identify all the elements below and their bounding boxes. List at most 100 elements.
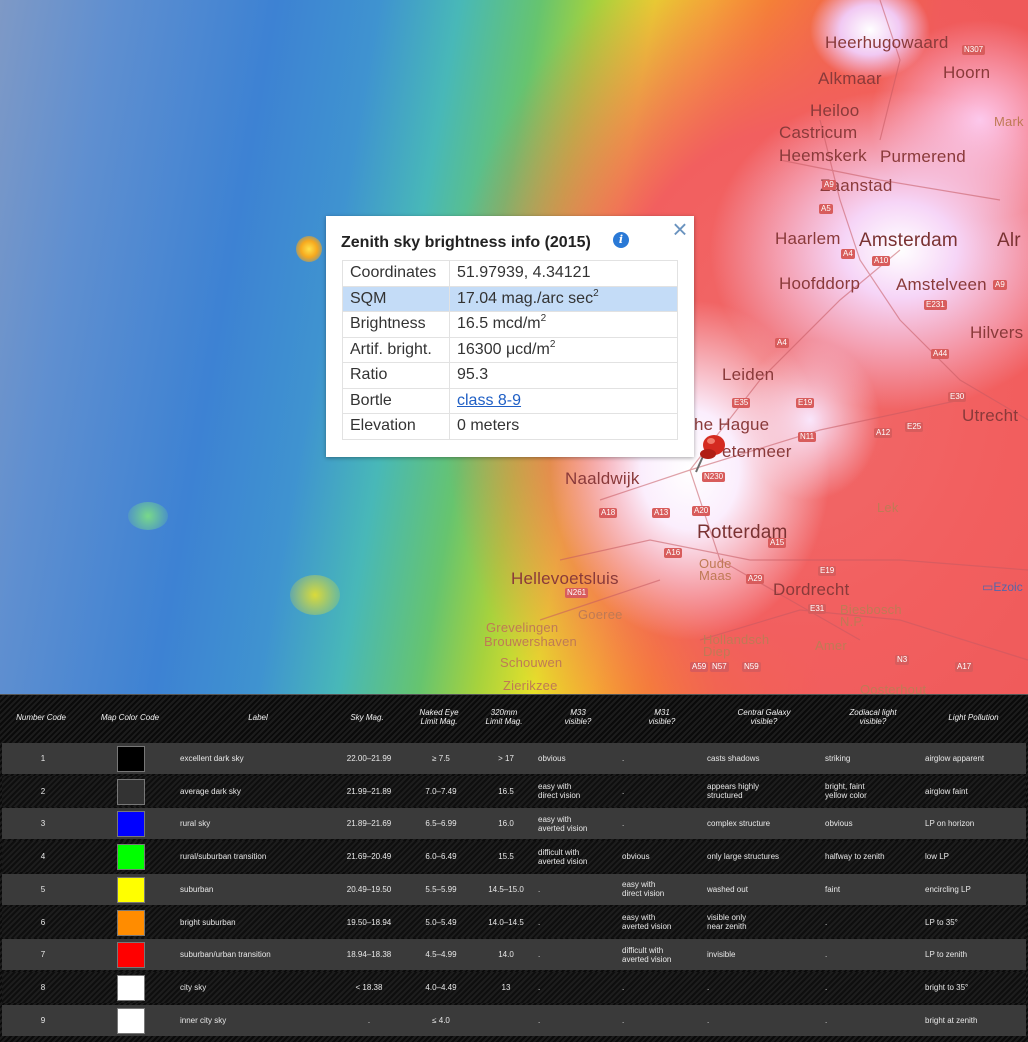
road-shield: N57 (710, 662, 729, 672)
legend-cell-num: 1 (40, 754, 46, 763)
map-color-swatch (117, 909, 145, 936)
road-shield: N59 (742, 662, 761, 672)
legend-cell-galaxy: . (707, 1015, 710, 1025)
legend-cell-lp: low LP (925, 852, 950, 862)
legend-cell-label: rural/suburban transition (180, 852, 267, 862)
road-shield: E19 (818, 566, 837, 576)
legend-cell-sky: 21.99–21.89 (346, 786, 392, 796)
town-label-amsterdam: Amsterdam (859, 230, 958, 251)
location-pin-icon[interactable] (694, 430, 728, 474)
legend-cell-lp: LP on horizon (925, 819, 975, 829)
legend-cell-m33: . (538, 884, 541, 894)
legend-cell-zodiacal: halfway to zenith (825, 852, 885, 862)
town-label-utrecht: Utrecht (962, 406, 1019, 425)
town-label-hollandschdiep: Hollandsch Diep (703, 632, 770, 659)
road-shield: A16 (664, 548, 683, 558)
town-label-heemskerk: Heemskerk (779, 146, 867, 165)
legend-cell-lp: encircling LP (925, 884, 971, 894)
town-label-leiden: Leiden (722, 365, 775, 384)
legend-row: 1 excellent dark sky 22.00–21.99 ≥ 7.5 > 17 o… (2, 743, 1026, 774)
map-color-swatch (117, 974, 145, 1001)
info-row: SQM 17.04 mag./arc sec2 (342, 285, 678, 312)
legend-cell-galaxy: complex structure (707, 819, 771, 829)
legend-cell-mm: 16.0 (498, 819, 514, 829)
info-key: Artif. bright. (342, 336, 450, 363)
town-label-hellevoetsluis: Hellevoetsluis (511, 569, 619, 588)
superscript: 2 (593, 287, 599, 299)
legend-cell-sky: 18.94–18.38 (346, 950, 392, 960)
sky-brightness-popup: Zenith sky brightness info (2015) i × Co… (326, 216, 694, 457)
legend-cell-m31: obvious (622, 852, 650, 862)
light-pollution-map[interactable]: Heerhugowaard Alkmaar Hoorn Heiloo Castricum… (0, 0, 1028, 694)
legend-cell-m31: . (622, 754, 625, 763)
info-value: 16.5 mcd/m2 (449, 311, 678, 338)
broken-image-alt: Ezoic (993, 580, 1023, 594)
legend-header-cell: Label (248, 712, 268, 722)
info-value: 0 meters (449, 413, 678, 440)
legend-cell-label: rural sky (180, 819, 211, 829)
legend-header-cell: Map Color Code (100, 712, 160, 722)
town-label-almere: Alr (997, 230, 1021, 251)
road-shield: A44 (931, 349, 950, 359)
legend-cell-naked: 6.5–6.99 (425, 819, 457, 829)
legend-cell-naked: 4.0–4.49 (425, 982, 457, 992)
bortle-legend-table: Number Code Map Color Code Label Sky Mag. Na… (0, 694, 1028, 1042)
legend-cell-lp: LP to zenith (925, 950, 968, 960)
legend-cell-num: 8 (40, 982, 46, 992)
info-row: Bortle class 8-9 (342, 387, 678, 414)
legend-cell-label: inner city sky (180, 1015, 227, 1025)
legend-cell-sky: < 18.38 (355, 982, 383, 992)
legend-cell-galaxy: visible only near zenith (707, 913, 747, 931)
town-label-marken: Mark (994, 114, 1024, 129)
road-shield: E30 (948, 392, 967, 402)
legend-cell-naked: 5.0–5.49 (425, 917, 457, 927)
info-value: 95.3 (449, 362, 678, 389)
town-label-dordrecht: Dordrecht (773, 580, 850, 599)
road-shield: A9 (993, 280, 1007, 290)
road-shield: A15 (768, 538, 787, 548)
legend-cell-sky: 21.89–21.69 (346, 819, 392, 829)
info-row: Coordinates 51.97939, 4.34121 (342, 260, 678, 287)
info-value: 17.04 mag./arc sec2 (449, 285, 678, 312)
road-shield: E231 (924, 300, 947, 310)
legend-cell-zodiacal: . (825, 917, 828, 927)
legend-cell-sky: 19.50–18.94 (346, 917, 392, 927)
legend-cell-m33: easy with direct vision (538, 782, 581, 801)
town-label-schouwen: Schouwen (500, 655, 563, 670)
road-shield: A18 (599, 508, 618, 518)
legend-cell-m31: . (622, 1015, 625, 1025)
legend-cell-label: average dark sky (180, 786, 241, 796)
legend-row: 6 bright suburban 19.50–18.94 5.0–5.49 14.0–… (2, 906, 1026, 938)
legend-cell-mm: > 17 (498, 754, 514, 763)
road-shield: A12 (874, 428, 893, 438)
map-color-swatch (117, 942, 145, 969)
road-shield: A59 (690, 662, 709, 672)
legend-row: 9 inner city sky. ≤ 4.0.... bright at zenit… (2, 1004, 1026, 1036)
legend-cell-lp: LP to 35° (925, 917, 958, 927)
legend-cell-mm: 13 (501, 982, 511, 992)
road-shield: E35 (732, 398, 751, 408)
legend-cell-galaxy: . (707, 982, 710, 992)
town-label-purmerend: Purmerend (880, 147, 966, 166)
bortle-class-link[interactable]: class 8-9 (457, 392, 521, 409)
close-icon[interactable]: × (669, 216, 691, 242)
legend-cell-sky: 21.69–20.49 (346, 852, 392, 862)
info-key: Bortle (342, 387, 450, 414)
legend-cell-num: 3 (40, 819, 46, 829)
legend-row: 2 average dark sky 21.99–21.89 7.0–7.49 16.5… (2, 775, 1026, 807)
legend-cell-num: 5 (40, 884, 46, 894)
legend-cell-num: 7 (40, 950, 46, 960)
town-label-hoorn: Hoorn (943, 63, 991, 82)
road-shield: E25 (905, 422, 924, 432)
town-label-zoetermeer: etermeer (722, 442, 792, 461)
legend-cell-sky: 22.00–21.99 (346, 754, 392, 763)
legend-cell-naked: 4.5–4.99 (425, 950, 457, 960)
road-shield: N261 (565, 588, 589, 598)
legend-cell-naked: 7.0–7.49 (425, 786, 457, 796)
legend-header-cell: M33 visible? (564, 708, 592, 726)
legend-cell-label: city sky (180, 982, 207, 992)
info-icon[interactable]: i (613, 232, 629, 248)
map-color-swatch (117, 811, 145, 838)
legend-cell-mm (476, 1005, 536, 1036)
legend-cell-sky: . (367, 1015, 371, 1025)
